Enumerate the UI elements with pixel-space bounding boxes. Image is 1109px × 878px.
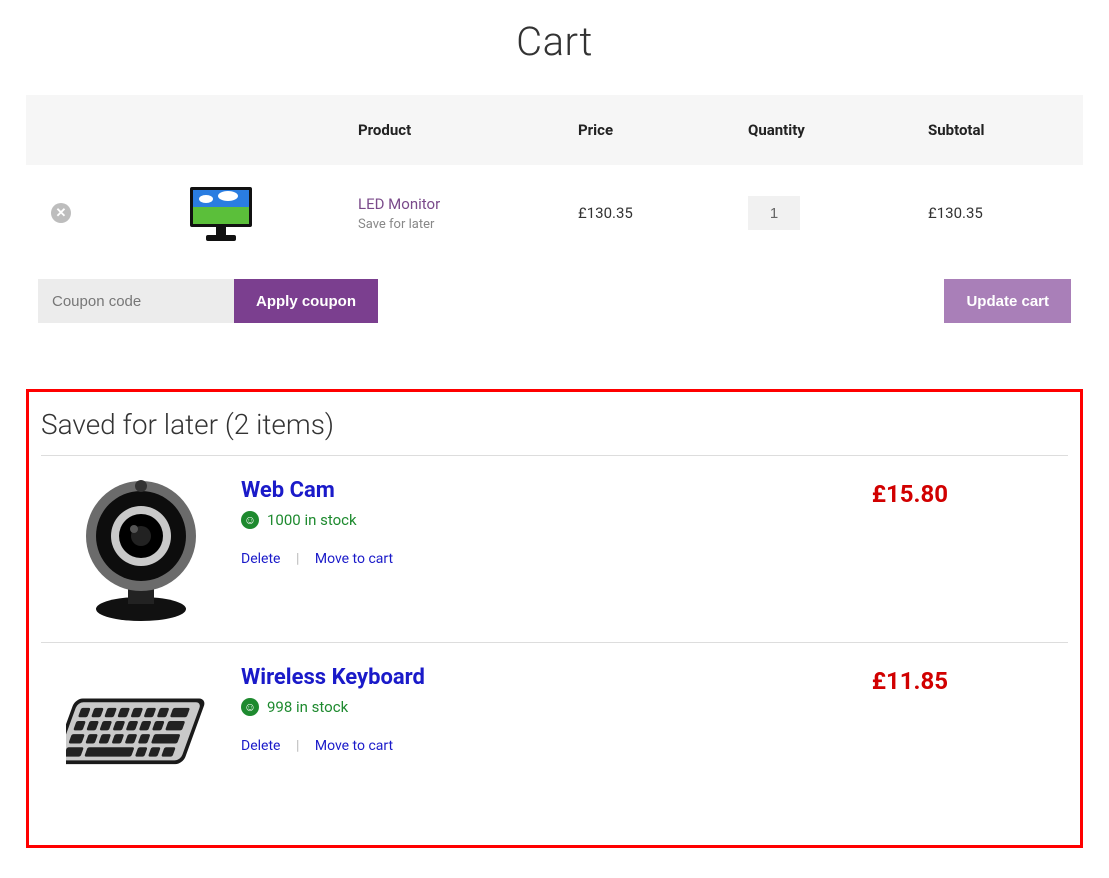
coupon-code-input[interactable] xyxy=(38,279,234,323)
saved-item-name[interactable]: Web Cam xyxy=(241,478,872,503)
cart-row: ✕ xyxy=(26,165,1083,261)
page-title: Cart xyxy=(26,18,1083,65)
saved-item: Web Cam ☺ 1000 in stock Delete | Move to… xyxy=(41,455,1068,642)
product-name-link[interactable]: LED Monitor xyxy=(358,195,440,213)
action-separator: | xyxy=(296,551,299,567)
product-thumbnail[interactable] xyxy=(181,183,261,243)
keyboard-icon xyxy=(66,676,216,796)
col-header-price: Price xyxy=(566,95,736,165)
col-header-remove xyxy=(26,95,96,165)
smile-icon: ☺ xyxy=(241,698,259,716)
move-to-cart-link[interactable]: Move to cart xyxy=(315,738,393,754)
col-header-quantity: Quantity xyxy=(736,95,916,165)
move-to-cart-link[interactable]: Move to cart xyxy=(315,551,393,567)
saved-thumbnail[interactable] xyxy=(41,474,241,624)
saved-item-price: £11.85 xyxy=(872,661,1068,695)
action-separator: | xyxy=(296,738,299,754)
apply-coupon-button[interactable]: Apply coupon xyxy=(234,279,378,323)
stock-text: 998 in stock xyxy=(267,698,348,716)
monitor-icon xyxy=(186,185,256,243)
close-icon: ✕ xyxy=(56,206,67,221)
stock-text: 1000 in stock xyxy=(267,511,357,529)
saved-for-later-section: Saved for later (2 items) xyxy=(26,389,1083,848)
saved-item: Wireless Keyboard ☺ 998 in stock Delete … xyxy=(41,642,1068,829)
webcam-icon xyxy=(66,474,216,624)
cart-table: Product Price Quantity Subtotal ✕ xyxy=(26,95,1083,341)
saved-item-name[interactable]: Wireless Keyboard xyxy=(241,665,872,690)
col-header-thumb xyxy=(96,95,346,165)
stock-status: ☺ 1000 in stock xyxy=(241,511,872,529)
saved-thumbnail[interactable] xyxy=(41,661,241,811)
saved-item-price: £15.80 xyxy=(872,474,1068,508)
smile-icon: ☺ xyxy=(241,511,259,529)
stock-status: ☺ 998 in stock xyxy=(241,698,872,716)
cart-actions-row: Apply coupon Update cart xyxy=(26,261,1083,341)
delete-saved-link[interactable]: Delete xyxy=(241,738,280,754)
save-for-later-link[interactable]: Save for later xyxy=(358,217,554,232)
update-cart-button[interactable]: Update cart xyxy=(944,279,1071,323)
cart-price: £130.35 xyxy=(566,165,736,261)
delete-saved-link[interactable]: Delete xyxy=(241,551,280,567)
cart-subtotal: £130.35 xyxy=(916,165,1083,261)
col-header-subtotal: Subtotal xyxy=(916,95,1083,165)
saved-title: Saved for later (2 items) xyxy=(41,408,1068,441)
remove-item-button[interactable]: ✕ xyxy=(51,203,71,223)
quantity-input[interactable] xyxy=(748,196,800,230)
col-header-product: Product xyxy=(346,95,566,165)
